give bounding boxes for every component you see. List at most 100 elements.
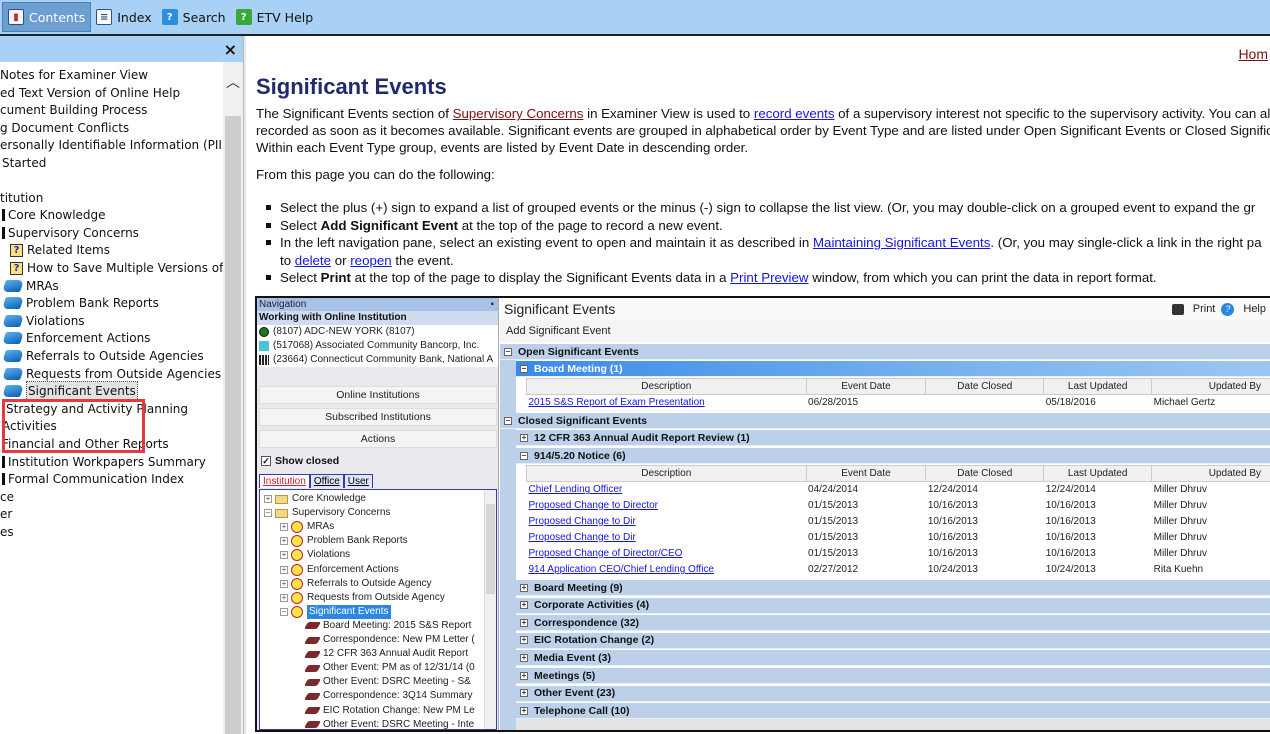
tree-node[interactable]: − Supervisory Concerns bbox=[264, 506, 390, 520]
tree-node[interactable]: 12 CFR 363 Annual Audit Report bbox=[303, 647, 468, 661]
collapse-icon[interactable]: − bbox=[504, 416, 512, 425]
toc-item[interactable]: Notes for Examiner View bbox=[0, 66, 148, 84]
expand-icon[interactable]: + bbox=[264, 495, 272, 503]
institution-item[interactable]: (8107) ADC-NEW YORK (8107) bbox=[257, 325, 498, 339]
toc-item[interactable]: cument Building Process bbox=[0, 101, 147, 119]
toc-item[interactable]: Institution Workpapers Summary bbox=[2, 453, 206, 471]
scroll-up-icon[interactable]: ︿ bbox=[223, 62, 243, 102]
home-link[interactable]: Hom bbox=[1238, 46, 1268, 62]
tree-node[interactable]: + MRAs bbox=[280, 520, 334, 534]
tree-node[interactable]: + Requests from Outside Agency bbox=[280, 591, 445, 605]
search-tab[interactable]: ? Search bbox=[157, 2, 231, 32]
toc-item[interactable]: ersonally Identifiable Information (PII) bbox=[0, 136, 223, 154]
event-link[interactable]: 2015 S&S Report of Exam Presentation bbox=[529, 397, 705, 408]
toc-scrollbar[interactable]: ︿ bbox=[223, 62, 243, 734]
institution-item[interactable]: (23664) Connecticut Community Bank, Nati… bbox=[257, 353, 498, 367]
column-header[interactable]: Updated By bbox=[1151, 378, 1270, 395]
expand-icon[interactable]: + bbox=[520, 433, 528, 442]
tree-scrollbar[interactable] bbox=[484, 490, 496, 729]
event-group[interactable]: + Meetings (5) bbox=[516, 668, 1270, 684]
expand-icon[interactable]: + bbox=[280, 523, 288, 532]
contents-tab[interactable]: ▮ Contents bbox=[2, 2, 92, 32]
collapse-icon[interactable]: − bbox=[264, 509, 272, 518]
event-group[interactable]: + Media Event (3) bbox=[516, 650, 1270, 667]
tab-office[interactable]: Office bbox=[309, 474, 344, 488]
event-link[interactable]: Proposed Change to Director bbox=[529, 500, 659, 511]
tree-node[interactable]: Other Event: DSRC Meeting - S& bbox=[303, 675, 471, 689]
etv-help-tab[interactable]: ? ETV Help bbox=[231, 2, 319, 32]
column-header[interactable]: Description bbox=[526, 378, 807, 395]
tree-node[interactable]: EIC Rotation Change: New PM Le bbox=[303, 704, 475, 718]
tree-node[interactable]: + Referrals to Outside Agency bbox=[280, 577, 432, 591]
toc-item[interactable]: ce bbox=[0, 488, 14, 506]
expand-icon[interactable]: + bbox=[280, 593, 288, 602]
supervisory-concerns-link[interactable]: Supervisory Concerns bbox=[453, 106, 584, 121]
toc-item[interactable]: ? Related Items bbox=[10, 241, 110, 259]
online-institutions-button[interactable]: Online Institutions bbox=[259, 386, 497, 404]
event-link[interactable]: Proposed Change to Dir bbox=[529, 516, 636, 527]
closed-events-section[interactable]: − Closed Significant Events bbox=[500, 413, 1270, 429]
toc-item[interactable]: Supervisory Concerns bbox=[2, 224, 139, 242]
column-header[interactable]: Date Closed bbox=[925, 378, 1045, 395]
event-group[interactable]: + Corporate Activities (4) bbox=[516, 597, 1270, 614]
toc-item[interactable]: Requests from Outside Agencies bbox=[2, 365, 221, 383]
index-tab[interactable]: ≡ Index bbox=[91, 2, 156, 32]
expand-icon[interactable]: + bbox=[520, 689, 528, 698]
toc-item[interactable]: Formal Communication Index bbox=[2, 470, 184, 488]
column-header[interactable]: Last Updated bbox=[1043, 378, 1153, 395]
reopen-link[interactable]: reopen bbox=[350, 253, 391, 268]
pane-splitter[interactable] bbox=[243, 36, 246, 734]
event-link[interactable]: Proposed Change of Director/CEO bbox=[529, 548, 683, 559]
toc-item[interactable]: Core Knowledge bbox=[2, 206, 106, 224]
tree-node[interactable]: + Problem Bank Reports bbox=[280, 534, 408, 548]
event-group[interactable]: + Other Event (23) bbox=[516, 685, 1270, 702]
toc-item[interactable]: Violations bbox=[2, 312, 85, 330]
add-significant-event-button[interactable]: Add Significant Event bbox=[500, 320, 1270, 342]
event-group[interactable]: + Correspondence (32) bbox=[516, 615, 1270, 632]
tree-node[interactable]: Other Event: PM as of 12/31/14 (0 bbox=[303, 661, 475, 675]
toc-item[interactable]: titution bbox=[0, 189, 43, 207]
tree-node[interactable]: Correspondence: New PM Letter ( bbox=[303, 633, 475, 647]
expand-icon[interactable]: + bbox=[520, 618, 528, 627]
expand-icon[interactable]: + bbox=[520, 636, 528, 645]
expand-icon[interactable]: + bbox=[520, 653, 528, 662]
expand-icon[interactable]: + bbox=[520, 583, 528, 592]
notice-914-group[interactable]: −914/5.20 Notice (6) bbox=[516, 448, 1270, 464]
board-meeting-group[interactable]: − Board Meeting (1) bbox=[516, 361, 1270, 377]
help-button[interactable]: ? Help bbox=[1221, 298, 1266, 320]
actions-button[interactable]: Actions bbox=[259, 430, 497, 448]
column-header[interactable]: Event Date bbox=[805, 378, 927, 395]
toc-item[interactable]: ?How to Save Multiple Versions of Text bbox=[10, 259, 223, 277]
tab-user[interactable]: User bbox=[343, 474, 373, 488]
tree-node[interactable]: Correspondence: 3Q14 Summary bbox=[303, 689, 473, 703]
expand-icon[interactable]: + bbox=[520, 706, 528, 715]
collapse-icon[interactable]: − bbox=[280, 607, 288, 616]
expand-icon[interactable]: + bbox=[520, 601, 528, 610]
event-link[interactable]: 914 Application CEO/Chief Lending Office bbox=[529, 564, 715, 575]
tree-node[interactable]: Other Event: DSRC Meeting - Inte bbox=[303, 718, 474, 729]
maintaining-events-link[interactable]: Maintaining Significant Events bbox=[813, 235, 990, 250]
print-button[interactable]: Print bbox=[1171, 298, 1215, 320]
expand-icon[interactable]: + bbox=[280, 579, 288, 588]
column-header[interactable]: Description bbox=[526, 465, 807, 482]
show-closed-checkbox[interactable]: ✓ Show closed bbox=[261, 455, 339, 467]
scrollbar-thumb[interactable] bbox=[225, 116, 241, 734]
toc-item[interactable]: Enforcement Actions bbox=[2, 329, 150, 347]
close-icon[interactable]: × bbox=[224, 40, 237, 59]
institution-item[interactable]: (517068) Associated Community Bancorp, I… bbox=[257, 339, 498, 353]
toc-item[interactable]: ed Text Version of Online Help bbox=[0, 84, 180, 102]
collapse-icon[interactable]: − bbox=[520, 451, 528, 460]
tree-node[interactable]: + Enforcement Actions bbox=[280, 563, 399, 577]
tree-node[interactable]: Board Meeting: 2015 S&S Report bbox=[303, 619, 471, 633]
tree-node[interactable]: + Core Knowledge bbox=[264, 492, 366, 506]
event-link[interactable]: Chief Lending Officer bbox=[529, 484, 623, 495]
expand-icon[interactable]: + bbox=[280, 565, 288, 574]
subscribed-institutions-button[interactable]: Subscribed Institutions bbox=[259, 408, 497, 426]
toc-item[interactable]: g Document Conflicts bbox=[0, 119, 129, 137]
print-preview-link[interactable]: Print Preview bbox=[730, 270, 808, 285]
toc-item[interactable]: Problem Bank Reports bbox=[2, 294, 159, 312]
scrollbar-thumb[interactable] bbox=[486, 504, 495, 594]
expand-icon[interactable]: + bbox=[280, 537, 288, 546]
column-header[interactable]: Date Closed bbox=[925, 465, 1045, 482]
event-link[interactable]: Proposed Change to Dir bbox=[529, 532, 636, 543]
